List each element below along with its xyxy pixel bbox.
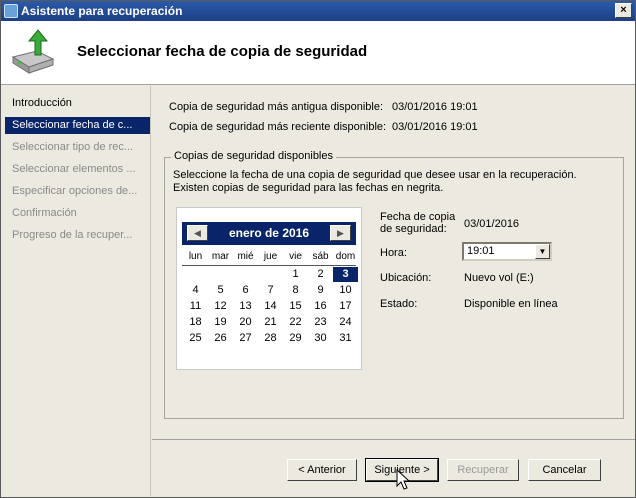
group-title: Copias de seguridad disponibles	[171, 150, 336, 162]
calendar-day[interactable]: 6	[233, 283, 258, 298]
cancel-button[interactable]: Cancelar	[528, 459, 601, 481]
calendar-day[interactable]: 24	[333, 315, 358, 330]
calendar-month: enero de 2016	[228, 226, 310, 240]
calendar-weekday: mié	[237, 251, 254, 262]
calendar-day[interactable]: 5	[208, 283, 233, 298]
calendar-header: ◀ enero de 2016 ▶	[182, 222, 356, 245]
step-select-items: Seleccionar elementos ...	[12, 163, 136, 175]
app-icon	[4, 4, 18, 18]
calendar-day[interactable]: 14	[258, 299, 283, 314]
wizard-content: Copia de seguridad más antigua disponibl…	[152, 86, 635, 439]
calendar-day[interactable]: 17	[333, 299, 358, 314]
calendar-day[interactable]: 9	[308, 283, 333, 298]
status-label: Estado:	[380, 298, 418, 310]
calendar-day[interactable]: 22	[283, 315, 308, 330]
calendar-weekday: lun	[188, 251, 203, 262]
oldest-backup-value: 03/01/2016 19:01	[392, 101, 478, 113]
calendar-day[interactable]: 20	[233, 315, 258, 330]
step-confirmation: Confirmación	[12, 207, 77, 219]
mouse-cursor-icon	[396, 469, 410, 490]
calendar-day[interactable]: 18	[183, 315, 208, 330]
next-month-button[interactable]: ▶	[330, 225, 351, 241]
back-button[interactable]: < Anterior	[287, 459, 357, 481]
calendar-day[interactable]: 13	[233, 299, 258, 314]
calendar-day[interactable]: 27	[233, 331, 258, 346]
location-label: Ubicación:	[380, 272, 432, 284]
group-description: Seleccione la fecha de una copia de segu…	[173, 169, 577, 194]
calendar-day[interactable]: 26	[208, 331, 233, 346]
calendar-day[interactable]: 1	[283, 267, 308, 282]
time-select[interactable]: 19:01 ▼	[462, 242, 552, 261]
backup-date-label-line2: de seguridad:	[380, 223, 447, 235]
calendar-day-selected[interactable]: 3	[333, 267, 358, 282]
wizard-header: Seleccionar fecha de copia de seguridad	[1, 21, 635, 85]
status-value: Disponible en línea	[464, 298, 558, 310]
calendar-divider	[182, 265, 356, 266]
window-title: Asistente para recuperación	[21, 4, 183, 18]
calendar-weekday: vie	[289, 251, 302, 262]
backup-date-value: 03/01/2016	[464, 218, 520, 230]
calendar-day[interactable]: 19	[208, 315, 233, 330]
backup-restore-icon	[11, 29, 55, 74]
calendar-day[interactable]: 28	[258, 331, 283, 346]
calendar-day[interactable]: 16	[308, 299, 333, 314]
title-bar[interactable]: Asistente para recuperación ×	[1, 1, 635, 21]
calendar-weekday: dom	[335, 251, 356, 262]
recover-button[interactable]: Recuperar	[447, 459, 519, 481]
calendar-day[interactable]: 29	[283, 331, 308, 346]
step-progress: Progreso de la recuper...	[12, 229, 133, 241]
time-label: Hora:	[380, 247, 407, 259]
calendar-day[interactable]: 25	[183, 331, 208, 346]
step-options: Especificar opciones de...	[12, 185, 138, 197]
wizard-window: Asistente para recuperación × Selecciona…	[0, 0, 636, 498]
calendar-day[interactable]: 2	[308, 267, 333, 282]
calendar-weekday: sáb	[312, 251, 329, 262]
step-select-type: Seleccionar tipo de rec...	[12, 141, 134, 153]
dropdown-arrow-icon[interactable]: ▼	[535, 244, 550, 259]
newest-backup-label: Copia de seguridad más reciente disponib…	[169, 121, 387, 133]
calendar-day[interactable]: 30	[308, 331, 333, 346]
calendar-day[interactable]: 10	[333, 283, 358, 298]
calendar-day[interactable]: 11	[183, 299, 208, 314]
step-select-date[interactable]: Seleccionar fecha de c...	[5, 117, 150, 134]
calendar-day[interactable]: 23	[308, 315, 333, 330]
newest-backup-value: 03/01/2016 19:01	[392, 121, 478, 133]
calendar-weekday: jue	[263, 251, 278, 262]
calendar-day[interactable]: 12	[208, 299, 233, 314]
wizard-steps-sidebar: Introducción Seleccionar fecha de c... S…	[1, 86, 151, 496]
calendar-day[interactable]: 7	[258, 283, 283, 298]
calendar-day[interactable]: 31	[333, 331, 358, 346]
prev-month-button[interactable]: ◀	[187, 225, 208, 241]
calendar-day[interactable]: 8	[283, 283, 308, 298]
page-title: Seleccionar fecha de copia de seguridad	[77, 43, 368, 60]
calendar-day[interactable]: 15	[283, 299, 308, 314]
time-select-value: 19:01	[467, 245, 495, 257]
wizard-footer: < Anterior Siguiente > Recuperar Cancela…	[152, 439, 635, 496]
oldest-backup-label: Copia de seguridad más antigua disponibl…	[169, 101, 384, 113]
calendar-day[interactable]: 4	[183, 283, 208, 298]
backup-date-label-line1: Fecha de copia	[380, 211, 456, 223]
step-intro[interactable]: Introducción	[5, 95, 150, 112]
backup-calendar[interactable]: ◀ enero de 2016 ▶ lun mar mié jue vie sáb dom …	[176, 207, 362, 370]
available-backups-group: Copias de seguridad disponibles Seleccio…	[164, 150, 624, 419]
location-value: Nuevo vol (E:)	[464, 272, 534, 284]
calendar-weekday: mar	[211, 251, 230, 262]
calendar-day[interactable]: 21	[258, 315, 283, 330]
close-button[interactable]: ×	[615, 3, 632, 18]
